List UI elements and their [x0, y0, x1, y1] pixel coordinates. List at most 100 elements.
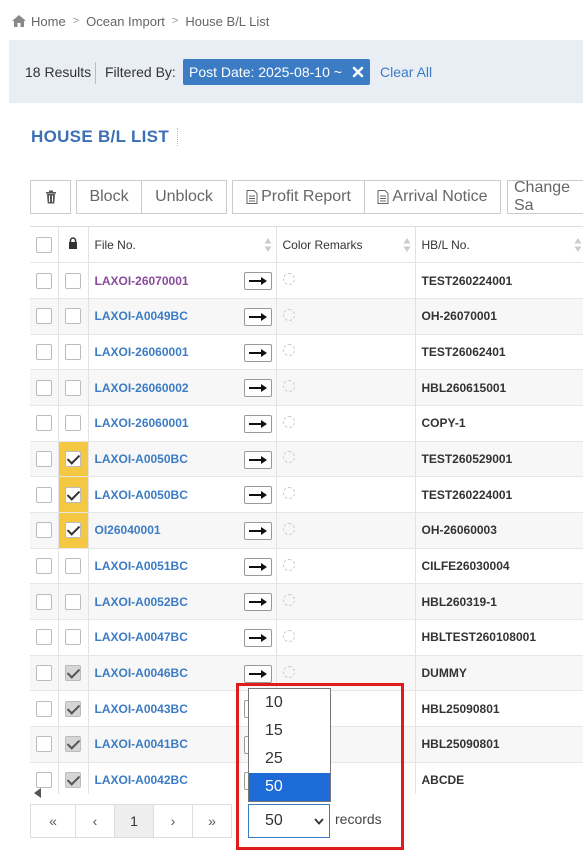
breadcrumb-home[interactable]: Home: [12, 14, 66, 29]
file-no-link[interactable]: LAXOI-26060001: [95, 345, 189, 359]
row-select-checkbox[interactable]: [35, 700, 52, 717]
row-lock-checkbox[interactable]: [65, 593, 81, 610]
first-page-button[interactable]: «: [30, 804, 76, 838]
open-file-button[interactable]: [243, 486, 272, 505]
table-row[interactable]: LAXOI-26060002 HBL260615001: [30, 369, 583, 406]
table-row[interactable]: LAXOI-A0047BC HBLTEST260108001: [30, 619, 583, 656]
color-remark-picker[interactable]: [282, 629, 295, 642]
open-file-button[interactable]: [243, 272, 272, 291]
file-no-link[interactable]: LAXOI-A0052BC: [95, 595, 188, 609]
row-lock-checkbox[interactable]: [65, 450, 81, 467]
file-no-link[interactable]: LAXOI-26060002: [95, 381, 189, 395]
row-select-checkbox[interactable]: [35, 486, 52, 503]
table-row[interactable]: LAXOI-26060001 COPY-1: [30, 405, 583, 442]
row-lock-checkbox[interactable]: [65, 486, 81, 503]
color-remarks-header[interactable]: Color Remarks: [276, 227, 416, 264]
file-no-link[interactable]: LAXOI-A0049BC: [95, 309, 188, 323]
records-option-selected[interactable]: 50: [249, 773, 330, 801]
scroll-left-icon[interactable]: [34, 788, 42, 798]
file-no-link[interactable]: OI26040001: [95, 523, 161, 537]
color-remark-picker[interactable]: [282, 308, 295, 321]
row-lock-checkbox[interactable]: [65, 343, 81, 360]
row-select-checkbox[interactable]: [35, 343, 52, 360]
remove-filter-icon[interactable]: [352, 66, 364, 78]
row-select-checkbox[interactable]: [35, 272, 52, 289]
table-row[interactable]: LAXOI-A0049BC OH-26070001: [30, 298, 583, 335]
open-file-button[interactable]: [243, 522, 272, 540]
color-remark-picker[interactable]: [282, 380, 295, 393]
open-file-button[interactable]: [243, 629, 272, 648]
file-no-link[interactable]: LAXOI-A0051BC: [95, 559, 188, 573]
row-lock-checkbox[interactable]: [65, 272, 81, 289]
table-row[interactable]: LAXOI-26060001 TEST26062401: [30, 334, 583, 371]
row-select-checkbox[interactable]: [35, 593, 52, 610]
row-lock-checkbox[interactable]: [65, 308, 81, 325]
sort-icon[interactable]: [403, 237, 411, 253]
row-lock-checkbox[interactable]: [65, 558, 81, 575]
row-lock-checkbox[interactable]: [65, 736, 81, 753]
delete-button[interactable]: [30, 180, 71, 214]
hbl-no-header[interactable]: HB/L No.: [415, 227, 583, 264]
change-sales-button[interactable]: Change Sa: [507, 179, 583, 214]
open-file-button[interactable]: [243, 593, 272, 612]
table-row[interactable]: LAXOI-A0050BC TEST260529001: [30, 441, 583, 478]
open-file-button[interactable]: [243, 450, 272, 469]
file-no-link[interactable]: LAXOI-26070001: [95, 274, 189, 288]
filter-chip-post-date[interactable]: Post Date: 2025-08-10 ~: [183, 59, 370, 85]
table-row[interactable]: LAXOI-A0050BC TEST260224001: [30, 476, 583, 513]
arrival-notice-button[interactable]: Arrival Notice: [365, 180, 501, 214]
file-no-link[interactable]: LAXOI-A0046BC: [95, 666, 188, 680]
sort-icon[interactable]: [574, 237, 582, 253]
open-file-button[interactable]: [243, 343, 272, 362]
records-option[interactable]: 10: [249, 689, 330, 717]
color-remark-picker[interactable]: [282, 594, 295, 607]
records-option[interactable]: 15: [249, 717, 330, 745]
row-lock-checkbox[interactable]: [65, 415, 81, 432]
prev-page-button[interactable]: ‹: [76, 804, 115, 838]
color-remark-picker[interactable]: [282, 344, 295, 357]
color-remark-picker[interactable]: [282, 415, 295, 428]
page-1-button[interactable]: 1: [115, 804, 154, 838]
row-lock-checkbox[interactable]: [65, 522, 81, 539]
color-remark-picker[interactable]: [282, 273, 295, 286]
last-page-button[interactable]: »: [193, 804, 232, 838]
row-select-checkbox[interactable]: [35, 522, 52, 539]
open-file-button[interactable]: [243, 557, 272, 576]
records-per-page-select[interactable]: 50: [248, 804, 330, 838]
table-row[interactable]: LAXOI-A0051BC CILFE26030004: [30, 548, 583, 585]
file-no-link[interactable]: LAXOI-A0043BC: [95, 702, 188, 716]
select-all-checkbox[interactable]: [35, 236, 52, 253]
row-select-checkbox[interactable]: [35, 379, 52, 396]
row-select-checkbox[interactable]: [35, 736, 52, 753]
open-file-button[interactable]: [243, 664, 272, 683]
row-lock-checkbox[interactable]: [65, 700, 81, 717]
row-lock-checkbox[interactable]: [65, 379, 81, 396]
unblock-button[interactable]: Unblock: [142, 180, 227, 214]
color-remark-picker[interactable]: [282, 665, 295, 678]
block-button[interactable]: Block: [76, 180, 142, 214]
color-remark-picker[interactable]: [282, 487, 295, 500]
color-remark-picker[interactable]: [282, 451, 295, 464]
row-select-checkbox[interactable]: [35, 772, 52, 789]
file-no-header[interactable]: File No.: [88, 227, 277, 264]
open-file-button[interactable]: [243, 307, 272, 326]
row-select-checkbox[interactable]: [35, 415, 52, 432]
table-row[interactable]: OI26040001 OH-26060003: [30, 512, 583, 549]
row-lock-checkbox[interactable]: [65, 665, 81, 682]
file-no-link[interactable]: LAXOI-26060001: [95, 416, 189, 430]
records-option[interactable]: 25: [249, 745, 330, 773]
clear-all-link[interactable]: Clear All: [380, 64, 432, 80]
file-no-link[interactable]: LAXOI-A0050BC: [95, 488, 188, 502]
breadcrumb-ocean-import[interactable]: Ocean Import: [86, 14, 165, 29]
file-no-link[interactable]: LAXOI-A0050BC: [95, 452, 188, 466]
row-lock-checkbox[interactable]: [65, 772, 81, 789]
row-select-checkbox[interactable]: [35, 665, 52, 682]
row-select-checkbox[interactable]: [35, 450, 52, 467]
next-page-button[interactable]: ›: [154, 804, 193, 838]
table-row[interactable]: LAXOI-A0046BC DUMMY: [30, 655, 583, 692]
profit-report-button[interactable]: Profit Report: [232, 180, 365, 214]
open-file-button[interactable]: [243, 414, 272, 433]
row-select-checkbox[interactable]: [35, 629, 52, 646]
color-remark-picker[interactable]: [282, 522, 295, 535]
row-select-checkbox[interactable]: [35, 558, 52, 575]
